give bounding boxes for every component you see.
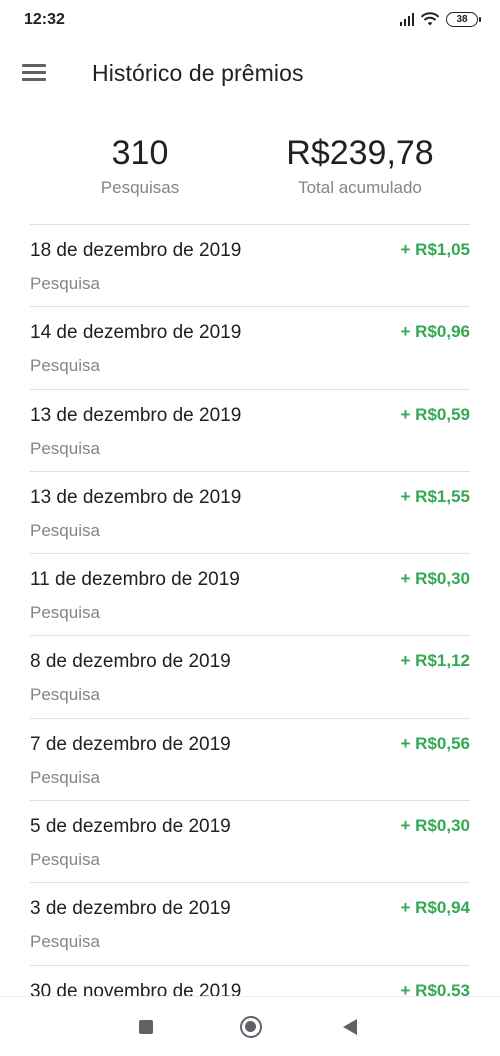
reward-date: 11 de dezembro de 2019	[30, 569, 240, 591]
list-item: 14 de dezembro de 2019 Pesquisa + R$0,96	[30, 306, 470, 388]
list-item: 18 de dezembro de 2019 Pesquisa + R$1,05	[30, 224, 470, 306]
rewards-list: 18 de dezembro de 2019 Pesquisa + R$1,05…	[30, 224, 470, 1047]
total-amount: R$239,78	[286, 134, 434, 172]
total-stat: R$239,78 Total acumulado	[260, 128, 460, 198]
reward-type: Pesquisa	[30, 603, 100, 623]
home-icon[interactable]	[240, 1016, 262, 1038]
reward-date: 8 de dezembro de 2019	[30, 651, 231, 673]
status-bar: 12:32 38	[0, 0, 500, 40]
reward-type: Pesquisa	[30, 438, 100, 458]
status-icons: 38	[400, 11, 481, 27]
reward-date: 18 de dezembro de 2019	[30, 240, 242, 261]
reward-date: 7 de dezembro de 2019	[30, 733, 231, 755]
battery-icon: 38	[446, 11, 481, 27]
reward-type: Pesquisa	[30, 685, 100, 705]
reward-date: 13 de dezembro de 2019	[30, 404, 242, 426]
list-item: 13 de dezembro de 2019 Pesquisa + R$1,55	[30, 470, 470, 553]
reward-type: Pesquisa	[30, 767, 100, 787]
list-item: 3 de dezembro de 2019 Pesquisa + R$0,94	[30, 882, 470, 964]
recent-apps-icon[interactable]	[139, 1020, 153, 1034]
reward-amount: + R$1,55	[400, 486, 470, 506]
reward-amount: + R$0,94	[400, 898, 470, 918]
reward-type: Pesquisa	[30, 356, 100, 376]
hamburger-menu-icon[interactable]	[22, 64, 48, 84]
list-item: 13 de dezembro de 2019 Pesquisa + R$0,59	[30, 388, 470, 471]
list-item: 7 de dezembro de 2019 Pesquisa + R$0,56	[30, 717, 470, 800]
app-bar: Histórico de prêmios	[0, 40, 500, 110]
reward-type: Pesquisa	[30, 850, 100, 870]
reward-amount: + R$0,30	[400, 816, 470, 836]
reward-date: 5 de dezembro de 2019	[30, 816, 231, 838]
reward-amount: + R$0,96	[400, 322, 470, 342]
reward-type: Pesquisa	[30, 932, 100, 952]
reward-amount: + R$1,12	[400, 651, 470, 671]
back-icon[interactable]	[343, 1019, 357, 1035]
reward-date: 14 de dezembro de 2019	[30, 322, 242, 344]
reward-type: Pesquisa	[30, 274, 100, 293]
reward-date: 3 de dezembro de 2019	[30, 898, 231, 920]
surveys-count: 310	[111, 134, 169, 172]
status-time: 12:32	[24, 11, 65, 28]
reward-date: 13 de dezembro de 2019	[30, 486, 242, 508]
list-item: 5 de dezembro de 2019 Pesquisa + R$0,30	[30, 800, 470, 882]
surveys-label: Pesquisas	[100, 178, 180, 197]
total-label: Total acumulado	[298, 178, 422, 197]
reward-type: Pesquisa	[30, 520, 100, 540]
surveys-stat: 310 Pesquisas	[60, 128, 220, 198]
reward-amount: + R$0,59	[400, 404, 470, 424]
reward-amount: + R$0,56	[400, 733, 470, 753]
reward-amount: + R$1,05	[400, 240, 470, 259]
list-item: 11 de dezembro de 2019 Pesquisa + R$0,30	[30, 553, 470, 635]
summary-stats: 310 Pesquisas R$239,78 Total acumulado	[0, 128, 500, 220]
cellular-signal-icon	[400, 12, 414, 26]
page-title: Histórico de prêmios	[92, 60, 304, 86]
list-item: 8 de dezembro de 2019 Pesquisa + R$1,12	[30, 635, 470, 717]
wifi-icon	[420, 12, 440, 26]
reward-amount: + R$0,30	[400, 569, 470, 589]
system-navigation-bar	[0, 996, 500, 1056]
